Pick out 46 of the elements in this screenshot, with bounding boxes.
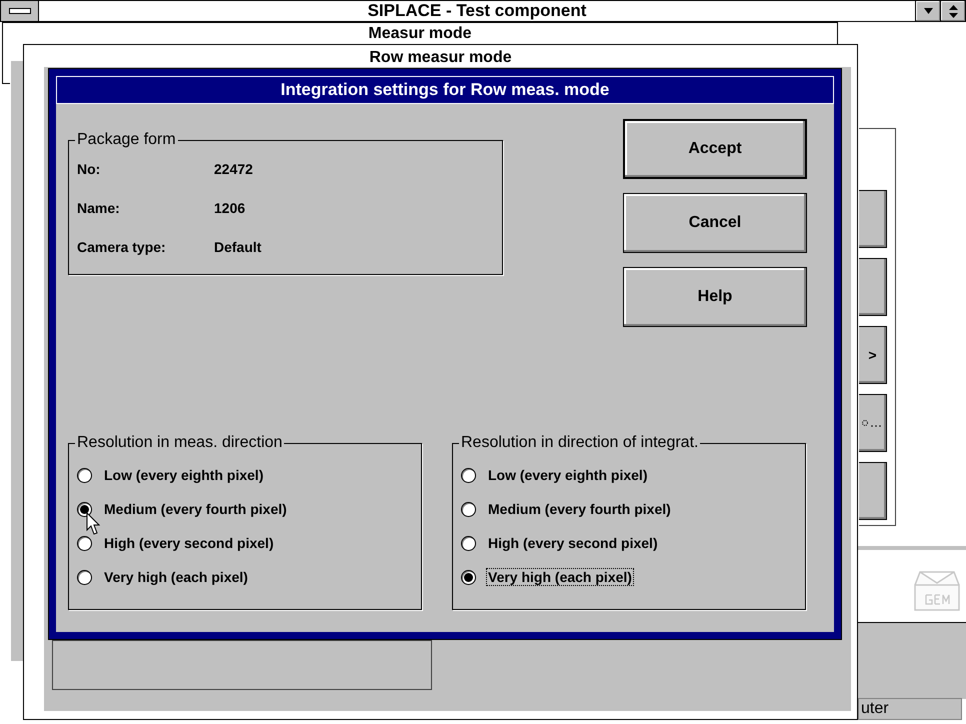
minimize-button[interactable] [915,1,940,21]
group-title: Resolution in meas. direction [76,434,284,452]
cursor-icon [86,512,100,536]
group-title: Package form [76,131,177,149]
down-arrow-icon [924,8,932,14]
restore-button[interactable] [940,1,965,21]
up-down-arrow-icon [948,4,958,18]
option-label[interactable]: Medium (every fourth pixel) [486,500,673,518]
window-title: Measur mode [367,24,473,44]
field-label: Name: [77,200,121,216]
option-label[interactable]: Very high (each pixel) [102,568,250,586]
dialog-title: Integration settings for Row meas. mode [56,76,834,104]
radio-button[interactable] [77,536,92,550]
field-value: Default [214,238,262,254]
radio-button[interactable] [461,570,476,584]
radio-button[interactable] [461,536,476,550]
option-label[interactable]: Medium (every fourth pixel) [102,500,289,518]
field-label: No: [77,160,102,176]
option-label[interactable]: Low (every eighth pixel) [102,466,266,484]
radio-button[interactable] [77,502,92,516]
dialog-button[interactable]: Help [623,267,807,327]
field-value: 22472 [214,160,253,176]
radio-button[interactable] [461,502,476,516]
radio-button[interactable] [77,570,92,584]
option-label[interactable]: High (every second pixel) [486,534,660,552]
radio-button[interactable] [461,468,476,482]
field-label: Camera type: [77,238,167,254]
dialog-button[interactable]: Accept [623,119,807,179]
window-title: Row measur mode [368,48,513,68]
side-button[interactable] [859,462,887,520]
window-title: SIPLACE - Test component [366,1,588,21]
option-label[interactable]: Low (every eighth pixel) [486,466,650,484]
option-label[interactable]: Very high (each pixel) [486,568,634,586]
side-button[interactable] [859,190,887,248]
side-button[interactable] [859,258,887,316]
mail-icon [914,571,960,611]
dots-icon [862,418,884,428]
radio-button[interactable] [77,468,92,482]
group-title: Resolution in direction of integrat. [460,434,700,452]
system-menu-button[interactable] [1,1,39,21]
field-value: 1206 [214,200,246,216]
dialog-button[interactable]: Cancel [623,193,807,253]
option-label[interactable]: High (every second pixel) [102,534,276,552]
status-text: uter [858,698,962,720]
side-button[interactable] [859,394,887,452]
side-button[interactable]: > [859,326,887,384]
